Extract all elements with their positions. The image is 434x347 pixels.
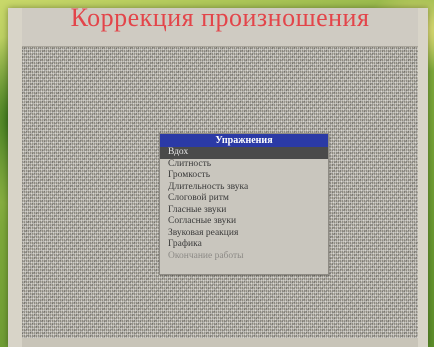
menu-item-okonchanie-raboty[interactable]: Окончание работы [160,251,328,263]
page-title: Коррекция произношения [70,8,370,32]
menu-item-glasnye-zvuki[interactable]: Гласные звуки [160,205,328,217]
menu-item-zvukovaya-reaktsiya[interactable]: Звуковая реакция [160,228,328,240]
menu-item-dlitelnost-zvuka[interactable]: Длительность звука [160,182,328,194]
menu-item-slitnost[interactable]: Слитность [160,159,328,171]
menu-item-soglasnye-zvuki[interactable]: Согласные звуки [160,216,328,228]
menu-item-gromkost[interactable]: Громкость [160,170,328,182]
title-bar: Коррекция произношения [22,8,418,47]
menu-item-grafika[interactable]: Графика [160,239,328,251]
menu-list: Вдох Слитность Громкость Длительность зв… [160,147,328,262]
menu-item-slogovoy-ritm[interactable]: Слоговой ритм [160,193,328,205]
menu-item-vdokh[interactable]: Вдох [160,147,328,159]
menu-header: Упражнения [160,134,328,147]
exercises-menu: Упражнения Вдох Слитность Громкость Длит… [159,133,329,275]
app-screen: Коррекция произношения Упражнения Вдох С… [22,8,418,338]
monitor-frame: Коррекция произношения Упражнения Вдох С… [8,8,428,347]
monitor-bottom-bezel [22,338,418,347]
